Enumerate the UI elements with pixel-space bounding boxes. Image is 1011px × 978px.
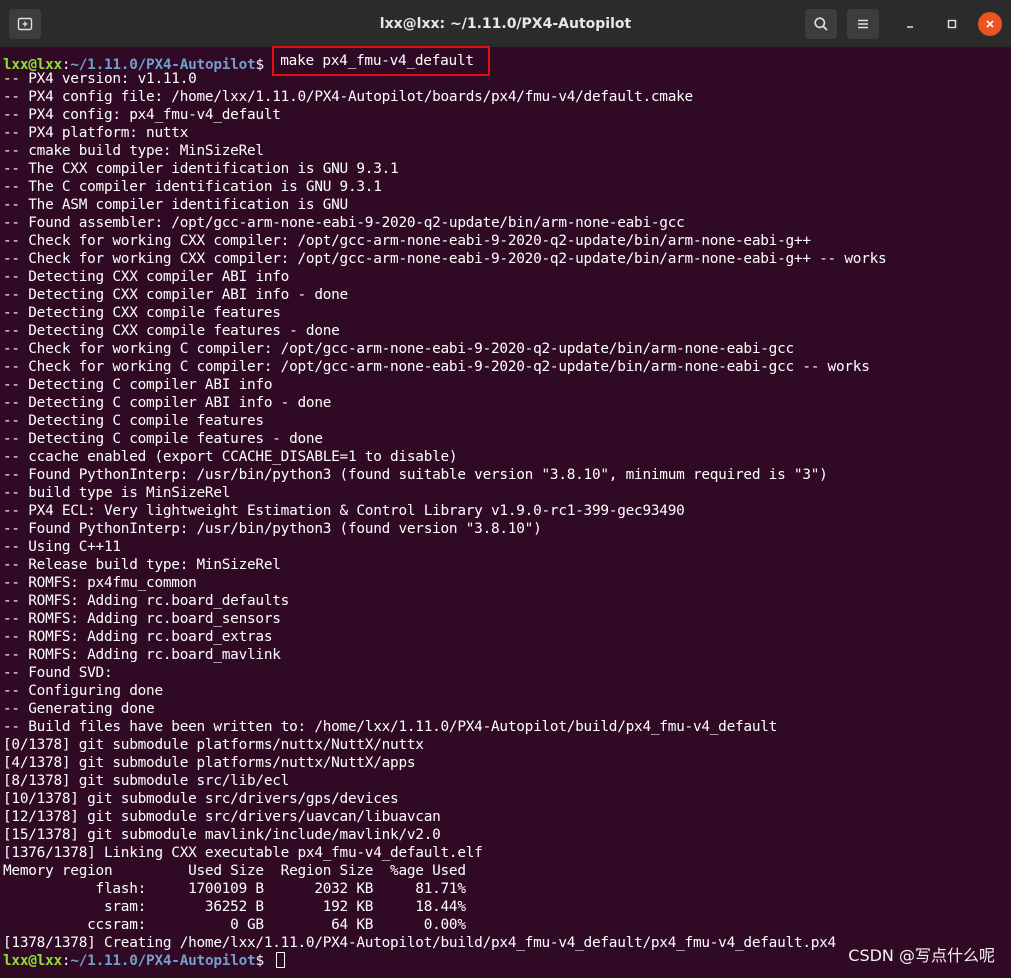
output-line: -- Using C++11 bbox=[3, 539, 121, 555]
prompt-line: lxx@lxx:~/1.11.0/PX4-Autopilot$ make px4… bbox=[3, 46, 1011, 76]
final-prompt-path: ~/1.11.0/PX4-Autopilot bbox=[70, 953, 256, 969]
final-prompt-symbol: $ bbox=[255, 953, 273, 969]
output-line: -- Configuring done bbox=[3, 683, 163, 699]
output-line: -- ccache enabled (export CCACHE_DISABLE… bbox=[3, 449, 458, 465]
minimize-icon bbox=[907, 26, 913, 28]
output-line: -- Detecting C compiler ABI info bbox=[3, 377, 273, 393]
output-line: -- Found SVD: bbox=[3, 665, 113, 681]
close-icon bbox=[986, 20, 994, 28]
output-line: -- Generating done bbox=[3, 701, 155, 717]
output-line: -- Found assembler: /opt/gcc-arm-none-ea… bbox=[3, 215, 685, 231]
output-line: -- Detecting C compiler ABI info - done bbox=[3, 395, 332, 411]
maximize-icon bbox=[947, 19, 957, 29]
output-line: -- Check for working CXX compiler: /opt/… bbox=[3, 251, 887, 267]
search-button[interactable] bbox=[804, 8, 838, 40]
output-line: [12/1378] git submodule src/drivers/uavc… bbox=[3, 809, 441, 825]
output-line: [1376/1378] Linking CXX executable px4_f… bbox=[3, 845, 483, 861]
output-line: -- PX4 ECL: Very lightweight Estimation … bbox=[3, 503, 685, 519]
output-line: -- Detecting CXX compiler ABI info bbox=[3, 269, 290, 285]
maximize-button[interactable] bbox=[940, 12, 964, 36]
output-line: -- ROMFS: Adding rc.board_mavlink bbox=[3, 647, 281, 663]
output-line: -- Check for working C compiler: /opt/gc… bbox=[3, 359, 870, 375]
terminal-window: lxx@lxx: ~/1.11.0/PX4-Autopilot lxx@lxx:… bbox=[0, 0, 1011, 978]
output-line: -- Build files have been written to: /ho… bbox=[3, 719, 778, 735]
output-line: sram: 36252 B 192 KB 18.44% bbox=[3, 899, 466, 915]
output-line: -- PX4 config: px4_fmu-v4_default bbox=[3, 107, 281, 123]
output-line: -- The ASM compiler identification is GN… bbox=[3, 197, 348, 213]
watermark: CSDN @写点什么呢 bbox=[848, 946, 995, 965]
output-line: ccsram: 0 GB 64 KB 0.00% bbox=[3, 917, 466, 933]
output-line: -- ROMFS: px4fmu_common bbox=[3, 575, 197, 591]
output-line: -- Found PythonInterp: /usr/bin/python3 … bbox=[3, 467, 828, 483]
output-line: [10/1378] git submodule src/drivers/gps/… bbox=[3, 791, 399, 807]
output-line: -- ROMFS: Adding rc.board_sensors bbox=[3, 611, 281, 627]
output-line: -- Release build type: MinSizeRel bbox=[3, 557, 281, 573]
output-line: [8/1378] git submodule src/lib/ecl bbox=[3, 773, 290, 789]
output-line: -- Detecting CXX compiler ABI info - don… bbox=[3, 287, 348, 303]
menu-button[interactable] bbox=[846, 8, 880, 40]
output-line: -- PX4 config file: /home/lxx/1.11.0/PX4… bbox=[3, 89, 693, 105]
output-line: -- Found PythonInterp: /usr/bin/python3 … bbox=[3, 521, 542, 537]
final-prompt-user: lxx@lxx bbox=[3, 953, 62, 969]
output-line: -- Check for working CXX compiler: /opt/… bbox=[3, 233, 811, 249]
output-line: -- build type is MinSizeRel bbox=[3, 485, 231, 501]
output-line: [4/1378] git submodule platforms/nuttx/N… bbox=[3, 755, 416, 771]
output-lines: -- PX4 version: v1.11.0 -- PX4 config fil… bbox=[3, 70, 1011, 952]
output-line: -- Detecting C compile features - done bbox=[3, 431, 323, 447]
output-line: -- cmake build type: MinSizeRel bbox=[3, 143, 264, 159]
output-line: [0/1378] git submodule platforms/nuttx/N… bbox=[3, 737, 424, 753]
minimize-button[interactable] bbox=[898, 12, 922, 36]
output-line: -- The CXX compiler identification is GN… bbox=[3, 161, 399, 177]
output-line: -- ROMFS: Adding rc.board_extras bbox=[3, 629, 273, 645]
terminal-output[interactable]: lxx@lxx:~/1.11.0/PX4-Autopilot$ make px4… bbox=[0, 46, 1011, 978]
highlighted-command: make px4_fmu-v4_default bbox=[272, 46, 490, 76]
output-line: -- PX4 platform: nuttx bbox=[3, 125, 189, 141]
new-tab-button[interactable] bbox=[8, 8, 42, 40]
output-line: -- Detecting C compile features bbox=[3, 413, 264, 429]
close-button[interactable] bbox=[978, 12, 1002, 36]
search-icon bbox=[814, 17, 828, 31]
output-line: [15/1378] git submodule mavlink/include/… bbox=[3, 827, 441, 843]
output-line: -- ROMFS: Adding rc.board_defaults bbox=[3, 593, 290, 609]
prompt-symbol: $ bbox=[255, 57, 273, 73]
output-line: -- Check for working C compiler: /opt/gc… bbox=[3, 341, 794, 357]
output-line: -- PX4 version: v1.11.0 bbox=[3, 71, 197, 87]
title-bar: lxx@lxx: ~/1.11.0/PX4-Autopilot bbox=[0, 0, 1011, 48]
output-line: -- Detecting CXX compile features - done bbox=[3, 323, 340, 339]
text-cursor bbox=[276, 952, 286, 968]
hamburger-menu-icon bbox=[858, 19, 868, 29]
output-line: -- Detecting CXX compile features bbox=[3, 305, 281, 321]
output-line: flash: 1700109 B 2032 KB 81.71% bbox=[3, 881, 466, 897]
new-tab-icon bbox=[17, 17, 33, 31]
output-line: -- The C compiler identification is GNU … bbox=[3, 179, 382, 195]
output-line: Memory region Used Size Region Size %age… bbox=[3, 863, 466, 879]
